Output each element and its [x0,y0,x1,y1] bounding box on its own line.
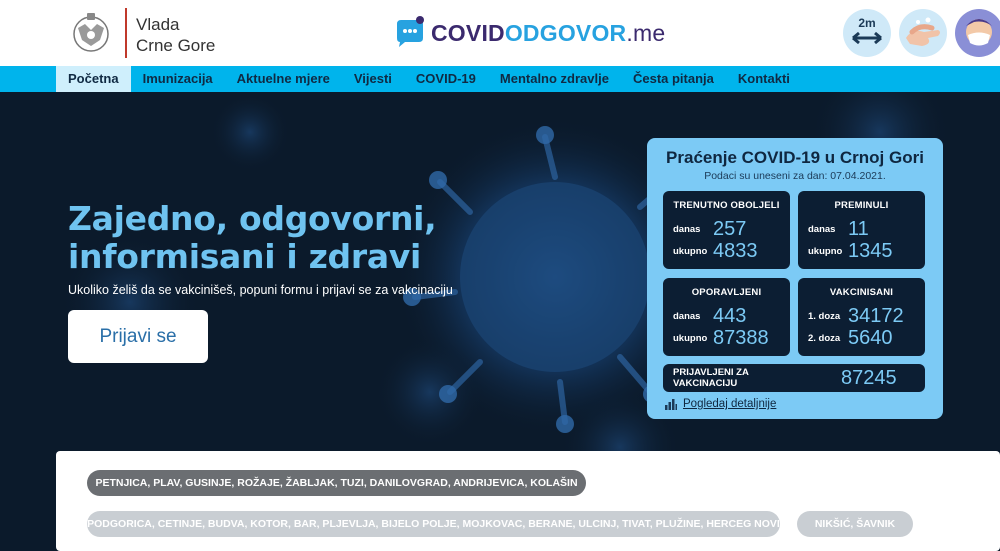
stats-date: Podaci su uneseni za dan: 07.04.2021. [704,170,886,182]
dose1-label: 1. doza [808,310,841,322]
government-name-line2: Crne Gore [136,36,216,55]
logo-text-odgovor: ODGOVOR [504,19,627,46]
face-mask-icon [955,9,1000,57]
stats-title: Praćenje COVID-19 u Crnoj Gori [666,148,924,167]
distance-label: 2m [858,16,875,30]
registered-label: PRIJAVLJENI ZA VAKCINACIJU [673,367,749,389]
virus-chat-bubble-icon [397,16,424,47]
registered-value: 87245 [841,367,897,389]
nav-item-kontakti[interactable]: Kontakti [726,66,802,92]
hand-wash-icon [899,9,947,57]
government-name[interactable]: Vlada Crne Gore [136,14,215,56]
active-cases-card: TRENUTNO OBOLJELI danas 257 ukupno 4833 [663,191,790,269]
distance-2m-icon: 2m [843,9,891,57]
main-navigation: Početna Imunizacija Aktuelne mjere Vijes… [0,66,1000,92]
active-cases-heading: TRENUTNO OBOLJELI [673,200,780,211]
registered-for-vaccination-card: PRIJAVLJENI ZA VAKCINACIJU 87245 [663,364,925,392]
logo-text-covid: COVID [431,19,505,46]
logo-text-me: .me [626,19,666,46]
dose2-value: 5640 [848,327,893,349]
municipality-group-3-button[interactable]: NIKŠIĆ, ŠAVNIK [797,511,913,537]
municipality-group-2-button[interactable]: PODGORICA, CETINJE, BUDVA, KOTOR, BAR, P… [87,511,780,537]
deaths-today-value: 11 [848,218,869,240]
site-header: Vlada Crne Gore COVID ODGOVOR .me 2m [0,0,1000,66]
nav-item-aktuelne-mjere[interactable]: Aktuelne mjere [225,66,342,92]
deaths-card: PREMINULI danas 11 ukupno 1345 [798,191,925,269]
deaths-total-label: ukupno [808,245,843,257]
view-details-link[interactable]: Pogledaj detaljnije [665,398,776,410]
recovered-today-label: danas [673,310,701,322]
active-today-value: 257 [713,218,747,240]
hero-title-line2: informisani i zdravi [68,237,422,276]
active-total-label: ukupno [673,245,708,257]
vaccinated-card: VAKCINISANI 1. doza 34172 2. doza 5640 [798,278,925,356]
register-vaccination-button[interactable]: Prijavi se [68,310,208,363]
municipality-measures-section: PETNJICA, PLAV, GUSINJE, ROŽAJE, ŽABLJAK… [56,451,1000,551]
nav-item-mentalno-zdravlje[interactable]: Mentalno zdravlje [488,66,621,92]
deaths-total-value: 1345 [848,240,893,262]
government-coat-of-arms-icon[interactable] [68,10,114,56]
nav-item-cesta-pitanja[interactable]: Česta pitanja [621,66,726,92]
nav-item-vijesti[interactable]: Vijesti [342,66,404,92]
recovered-today-value: 443 [713,305,747,327]
nav-item-pocetna[interactable]: Početna [56,66,131,92]
recovered-heading: OPORAVLJENI [691,287,762,298]
deaths-heading: PREMINULI [834,200,889,211]
logo-divider [125,8,127,58]
hero-title-line1: Zajedno, odgovorni, [68,199,437,238]
municipality-group-1-button[interactable]: PETNJICA, PLAV, GUSINJE, ROŽAJE, ŽABLJAK… [87,470,586,496]
bar-chart-icon [665,398,677,410]
recovered-card: OPORAVLJENI danas 443 ukupno 87388 [663,278,790,356]
recovered-total-value: 87388 [713,327,769,349]
nav-item-covid-19[interactable]: COVID-19 [404,66,488,92]
hero-title: Zajedno, odgovorni, informisani i zdravi [68,200,468,276]
vaccinated-heading: VAKCINISANI [829,287,894,298]
view-details-label: Pogledaj detaljnije [683,398,777,410]
active-total-value: 4833 [713,240,758,262]
dose1-value: 34172 [848,305,904,327]
dose2-label: 2. doza [808,332,841,344]
nav-item-imunizacija[interactable]: Imunizacija [131,66,225,92]
government-name-line1: Vlada [136,15,180,34]
hero-subtitle: Ukoliko želiš da se vakcinišeš, popuni f… [68,283,453,297]
covidodgovor-logo[interactable]: COVID ODGOVOR .me [393,14,665,52]
covid-stats-panel: Praćenje COVID-19 u Crnoj Gori Podaci su… [647,138,943,419]
deaths-today-label: danas [808,223,836,235]
active-today-label: danas [673,223,701,235]
recovered-total-label: ukupno [673,332,708,344]
